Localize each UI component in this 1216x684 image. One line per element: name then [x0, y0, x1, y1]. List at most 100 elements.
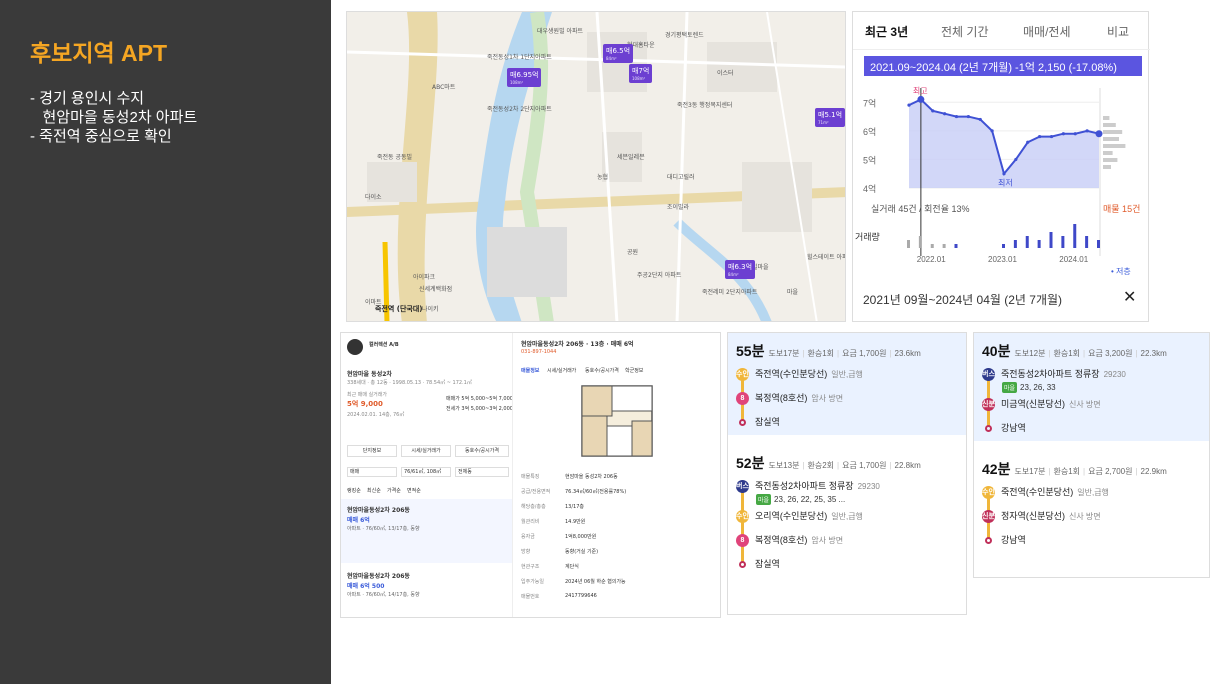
price-pin[interactable]: 매6.5억 84m² [603, 44, 634, 63]
volume-bar [1073, 224, 1077, 248]
slide: 후보지역 APT - 경기 용인시 수지 현암마을 동성2차 아파트 - 죽전역… [0, 0, 1216, 684]
sort-ranking[interactable]: 랭킹순 [347, 487, 361, 494]
tab-recent-3y[interactable]: 최근 3년 [865, 23, 908, 40]
tab-unit-price[interactable]: 동호수/공시가격 [585, 367, 619, 374]
detail-table-value: 동향(거실 기준) [565, 549, 599, 555]
data-point [907, 103, 911, 107]
tab-sale-rent[interactable]: 매매/전세 [1023, 23, 1071, 40]
destination-icon [739, 561, 746, 569]
filter-type-select[interactable]: 매매 [347, 467, 397, 477]
bus-numbers: 마을 23, 26, 33 [1002, 382, 1056, 393]
pin-price: 매6.3억 [728, 263, 753, 271]
route-detail: 환승1회 [807, 349, 835, 358]
stop-name: 잠실역 [755, 559, 780, 569]
detail-table-key: 현관구조 [521, 564, 540, 570]
data-point [1049, 134, 1054, 139]
close-icon[interactable]: ✕ [1123, 287, 1136, 306]
detail-table-key: 융자금 [521, 534, 535, 540]
volume-bar [1049, 232, 1053, 248]
route-option[interactable]: 52분 도보13분 | 환승2회 | 요금 1,700원 | 22.8km 버스 죽전동성2차아파… [728, 445, 966, 577]
route-detail: 도보13분 [768, 461, 800, 470]
map-label: 공원 [627, 249, 639, 256]
y-tick-label: 5억 [863, 154, 876, 165]
sort-latest[interactable]: 최신순 [367, 487, 381, 494]
avatar [347, 339, 363, 355]
tab-listing-info[interactable]: 매물정보 [521, 367, 539, 374]
route-detail: 요금 3,200원 [1088, 349, 1133, 358]
detail-table-value: 2024년 06월 하순 협의가능 [565, 579, 626, 585]
route-detail: 요금 2,700원 [1088, 467, 1133, 476]
map-view[interactable]: 대우생원빌 아파트 죽전동성1차 1단지아파트 죽전동성2차 2단지아파트 AB… [346, 11, 846, 322]
detail-table-value: 계단식 [565, 564, 579, 570]
transit-card: 40분 도보12분 | 환승1회 | 요금 3,200원 | 22.3km 버스 죽전동성2차아파… [973, 332, 1210, 578]
data-point [1002, 172, 1006, 176]
sort-area[interactable]: 면적순 [407, 487, 421, 494]
price-history-button[interactable]: 시세/실거래가 [401, 445, 451, 457]
tab-compare[interactable]: 비교 [1107, 23, 1129, 40]
distribution-bar [1103, 130, 1123, 134]
volume-bar [1097, 240, 1100, 248]
price-pin[interactable]: 매6.3억 84m² [725, 260, 756, 279]
volume-bar [918, 236, 922, 248]
slide-title: 후보지역 APT [30, 40, 168, 66]
floor-plan-image [581, 385, 653, 457]
sale-range: 매매가 5억 5,000~5억 7,000 [446, 396, 513, 402]
route-option[interactable]: 40분 도보12분 | 환승1회 | 요금 3,200원 | 22.3km 버스 죽전동성2차아파… [974, 333, 1209, 441]
route-detail: 요금 1,700원 [842, 349, 887, 358]
detail-table-value: 현암마을 동성2차 206동 [565, 474, 618, 480]
data-point [1014, 157, 1018, 162]
transit-card: 55분 도보17분 | 환승1회 | 요금 1,700원 | 23.6km 수인 죽전역(수인분당… [727, 332, 967, 615]
station-label: 죽전역 (단국대) [375, 305, 423, 313]
data-point [1038, 134, 1042, 139]
recent-price: 5억 9,000 [347, 400, 383, 408]
distribution-bar [1103, 137, 1119, 141]
line-badge: 8 [736, 534, 749, 548]
unit-price-button[interactable]: 동호수/공시가격 [455, 445, 509, 457]
route-detail: 도보17분 [768, 349, 800, 358]
price-pin[interactable]: 매7억 108m² [629, 64, 653, 83]
detail-table-key: 해당층/총층 [521, 504, 546, 510]
price-pin[interactable]: 매5.1억 71m² [815, 108, 845, 127]
filter-building-select[interactable]: 전체동 [455, 467, 509, 477]
bullet-list: - 경기 용인시 수지 현암마을 동성2차 아파트 - 죽전역 중심으로 확인 [30, 89, 197, 146]
list-item-desc: 아파트 · 76/60㎡, 14/17층, 동향 [347, 592, 420, 598]
complex-name[interactable]: 현암마을 동성2차 [347, 369, 392, 378]
distribution-bar [1103, 158, 1118, 162]
route-stop: 수인 오리역(수인분당선) 일반,급행 [736, 509, 863, 524]
route-stop: 신분 정자역(신분당선) 신사 방면 [982, 509, 1101, 524]
separator: | [837, 349, 840, 358]
period-change-banner: 2021.09~2024.04 (2년 7개월) -1억 2,150 (-17.… [864, 56, 1142, 76]
route-option[interactable]: 42분 도보17분 | 환승1회 | 요금 2,700원 | 22.9km 수인 죽전역(수인분당… [974, 451, 1209, 553]
bus-number-list: 23, 26, 33 [1020, 383, 1056, 392]
sort-price[interactable]: 가격순 [387, 487, 401, 494]
price-pin[interactable]: 매6.95억 108m² [507, 68, 542, 87]
route-stop: 신분 미금역(신분당선) 신사 방면 [982, 397, 1101, 412]
complex-info-button[interactable]: 단지정보 [347, 445, 397, 457]
line-badge: 수인 [736, 368, 749, 382]
tab-price-history[interactable]: 시세/실거래가 [547, 367, 576, 374]
route-stop: 잠실역 [736, 415, 780, 429]
detail-table-key: 공급/전용면적 [521, 489, 551, 495]
route-summary: 52분 도보13분 | 환승2회 | 요금 1,700원 | 22.8km [736, 453, 921, 473]
stop-direction: 일반,급행 [831, 370, 863, 379]
volume-bar [954, 244, 958, 248]
volume-bar [1025, 236, 1029, 248]
stop-name: 미금역(신분당선) [1001, 399, 1065, 409]
bullet-item: - 죽전역 중심으로 확인 [30, 128, 172, 145]
list-item-title[interactable]: 현암마을동성2차 206동 [347, 571, 410, 580]
tab-all-period[interactable]: 전체 기간 [941, 23, 989, 40]
filter-area-select[interactable]: 76/61㎡, 108㎡ [401, 467, 451, 477]
tab-school-info[interactable]: 학군정보 [625, 367, 643, 374]
y-tick-label: 7억 [863, 97, 876, 108]
route-stop: 8 복정역(8호선) 암사 방면 [736, 533, 843, 548]
pin-area: 108m² [510, 80, 524, 85]
pin-area: 84m² [606, 56, 617, 61]
destination-icon [985, 537, 992, 545]
map-label: 다이소 [365, 194, 382, 201]
data-point [1026, 140, 1030, 144]
bus-icon: 버스 [982, 368, 995, 382]
volume-bar [1037, 240, 1041, 248]
price-chart[interactable]: 4억 5억 6억 7억 최고최저실거래 45건 / 회전율 13% 매물 15건거래량 20… [853, 76, 1150, 276]
map-label: 경기평택토렌드 [665, 32, 704, 39]
route-option[interactable]: 55분 도보17분 | 환승1회 | 요금 1,700원 | 23.6km 수인 죽전역(수인분당… [728, 333, 966, 435]
